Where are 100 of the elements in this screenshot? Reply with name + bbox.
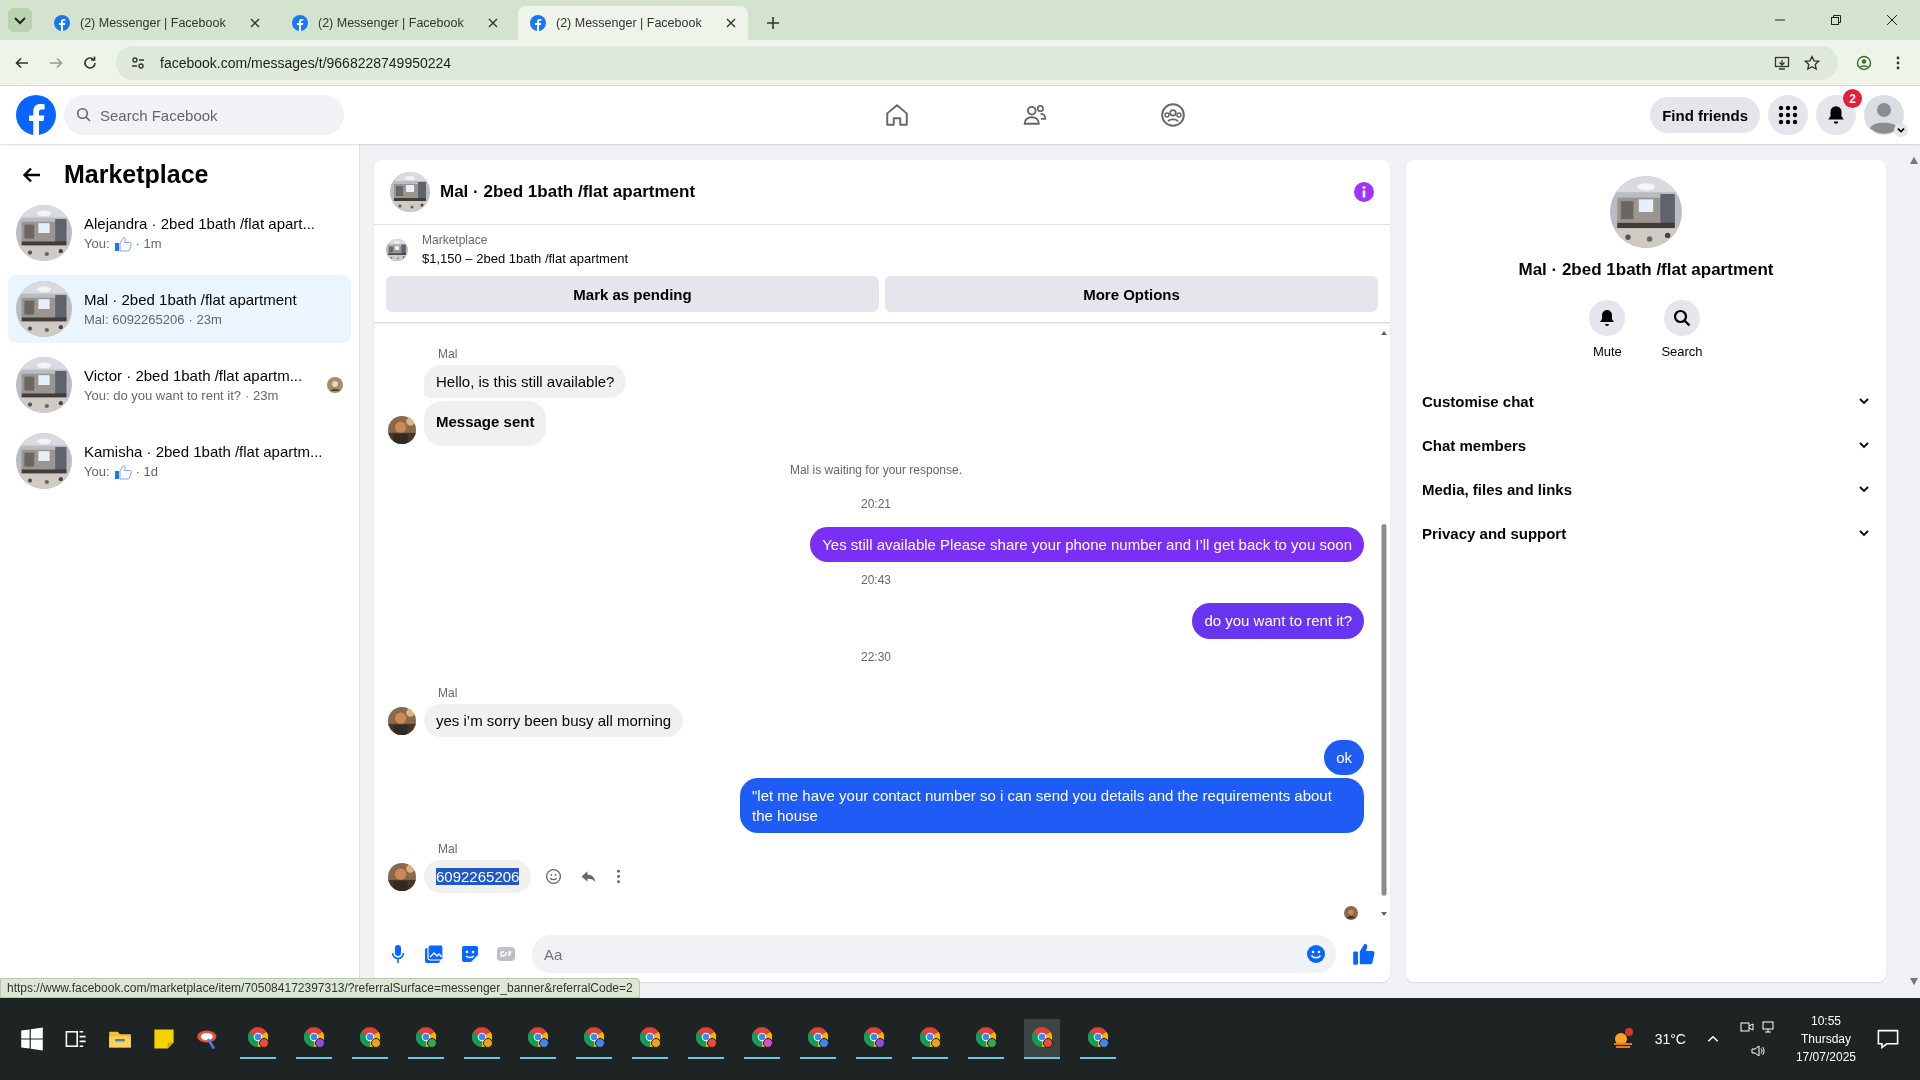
friends-icon[interactable] bbox=[1022, 102, 1048, 128]
emoji-icon[interactable] bbox=[545, 868, 563, 885]
profile-icon[interactable] bbox=[1856, 54, 1872, 71]
more-icon[interactable] bbox=[615, 868, 623, 885]
listing-action-button[interactable]: Mark as pending bbox=[386, 276, 879, 312]
facebook-icon bbox=[530, 15, 546, 31]
thumbs-up-icon bbox=[113, 463, 132, 480]
reload-icon[interactable] bbox=[82, 54, 98, 71]
thumbs-up-icon[interactable] bbox=[1352, 942, 1376, 966]
action-button[interactable] bbox=[1664, 300, 1700, 336]
chrome-icon[interactable] bbox=[358, 1025, 382, 1049]
chrome-icon[interactable] bbox=[862, 1025, 886, 1049]
message-bubble: "let me have your contact number so i can send you details and the requirements about the house bbox=[740, 778, 1364, 833]
chrome-icon[interactable] bbox=[974, 1025, 998, 1049]
conversation-time: · 1d bbox=[135, 464, 158, 479]
close-icon[interactable] bbox=[250, 18, 260, 28]
message-bubble: 6092265206 bbox=[424, 860, 532, 893]
new-tab-icon[interactable] bbox=[766, 16, 780, 30]
details-section[interactable]: Privacy and support bbox=[1406, 511, 1886, 555]
sender-name: Mal bbox=[438, 346, 459, 361]
timestamp: 20:43 bbox=[860, 573, 892, 587]
chrome-icon[interactable] bbox=[694, 1025, 718, 1049]
listing-action-button[interactable]: More Options bbox=[885, 276, 1378, 312]
menu-icon bbox=[1778, 105, 1798, 125]
conversation-preview: You: bbox=[84, 464, 110, 479]
notifications-button[interactable] bbox=[1816, 95, 1856, 135]
browser-tab[interactable]: (2) Messenger | Facebook bbox=[42, 6, 272, 40]
sender-name: Mal bbox=[438, 685, 459, 700]
chrome-icon[interactable] bbox=[918, 1025, 942, 1049]
conversation-time: · 1m bbox=[135, 236, 162, 251]
chrome-icon[interactable] bbox=[806, 1025, 830, 1049]
search-field[interactable]: Search Facebook bbox=[64, 95, 344, 135]
clock-time: 10:55 bbox=[1810, 1014, 1841, 1028]
details-section[interactable]: Media, files and links bbox=[1406, 467, 1886, 511]
chrome-icon[interactable] bbox=[526, 1025, 550, 1049]
seen-avatar-icon bbox=[327, 377, 343, 393]
message-bubble: yes i’m sorry been busy all morning bbox=[424, 703, 684, 737]
install-app-icon[interactable] bbox=[1774, 54, 1790, 71]
conversation-preview: You: do you want to rent it? bbox=[84, 388, 242, 403]
menu-button[interactable] bbox=[1768, 95, 1808, 135]
find-friends-button[interactable]: Find friends bbox=[1650, 97, 1760, 133]
caret-icon[interactable] bbox=[1894, 123, 1908, 137]
chrome-icon[interactable] bbox=[1030, 1025, 1054, 1049]
facebook-logo[interactable] bbox=[16, 95, 56, 135]
sticky-note-icon[interactable] bbox=[152, 1027, 176, 1051]
chrome-icon[interactable] bbox=[582, 1025, 606, 1049]
listing-label: Marketplace bbox=[422, 233, 489, 247]
temperature: 31°C bbox=[1654, 1031, 1686, 1047]
tab-list-icon[interactable] bbox=[8, 8, 32, 32]
notifications-icon[interactable] bbox=[1876, 1027, 1900, 1051]
message-bubble: Message sent bbox=[424, 400, 547, 446]
chrome-icon[interactable] bbox=[414, 1025, 438, 1049]
chrome-icon[interactable] bbox=[302, 1025, 326, 1049]
emoji-icon[interactable] bbox=[1306, 944, 1326, 964]
details-section[interactable]: Customise chat bbox=[1406, 379, 1886, 423]
message-bubble: Yes still available Please share your phone number and I’ll get back to you soon bbox=[810, 526, 1364, 562]
chat-title: Mal · 2bed 1bath /flat apartment bbox=[440, 182, 696, 202]
conversation-item[interactable]: Mal · 2bed 1bath /flat apartment Mal: 6092265206 · 23m bbox=[8, 275, 351, 343]
conversation-item[interactable]: Kamisha · 2bed 1bath /flat apartm... You: · 1d bbox=[8, 427, 351, 495]
address-bar[interactable]: facebook.com/messages/t/9668228749950224 bbox=[116, 45, 1838, 80]
message-bubble: ok bbox=[1324, 739, 1364, 775]
chrome-icon[interactable] bbox=[1086, 1025, 1110, 1049]
close-icon[interactable] bbox=[726, 18, 736, 28]
close-icon[interactable] bbox=[1886, 14, 1898, 26]
timestamp: 20:21 bbox=[860, 496, 892, 511]
conversation-item[interactable]: Alejandra · 2bed 1bath /flat apart... You: · 1m bbox=[8, 199, 351, 267]
browser-tab[interactable]: (2) Messenger | Facebook bbox=[280, 6, 510, 40]
conversation-name: Alejandra · 2bed 1bath /flat apart... bbox=[84, 214, 316, 232]
volume-icon[interactable] bbox=[1750, 1044, 1765, 1058]
chrome-icon[interactable] bbox=[750, 1025, 774, 1049]
status-url: https://www.facebook.com/marketplace/item/705084172397313/?referralSurface=messenger_banner&referralCode=2 bbox=[0, 978, 640, 998]
message-bubble: do you want to rent it? bbox=[1192, 603, 1364, 639]
close-icon[interactable] bbox=[488, 18, 498, 28]
action-label: Search bbox=[1661, 344, 1703, 359]
clock-day: Thursday bbox=[1800, 1032, 1851, 1046]
details-section[interactable]: Chat members bbox=[1406, 423, 1886, 467]
info-icon[interactable] bbox=[1354, 182, 1374, 202]
clock-date: 17/07/2025 bbox=[1795, 1050, 1856, 1064]
chrome-icon[interactable] bbox=[470, 1025, 494, 1049]
windows-icon[interactable] bbox=[20, 1027, 44, 1051]
timestamp: 22:30 bbox=[860, 649, 892, 664]
groups-icon[interactable] bbox=[1160, 102, 1186, 128]
home-icon[interactable] bbox=[884, 102, 910, 128]
search-icon bbox=[76, 107, 92, 123]
listing-summary: $1,150 – 2bed 1bath /flat apartment bbox=[422, 251, 628, 266]
bookmark-star-icon[interactable] bbox=[1804, 54, 1820, 71]
sticker-icon[interactable] bbox=[460, 944, 480, 964]
thumbs-up-icon bbox=[113, 235, 132, 252]
photo-icon[interactable] bbox=[424, 944, 444, 964]
action-button[interactable] bbox=[1589, 300, 1626, 336]
chrome-icon[interactable] bbox=[638, 1025, 662, 1049]
network-icon[interactable] bbox=[1761, 1020, 1776, 1034]
status-notice: Mal is waiting for your response. bbox=[788, 462, 964, 477]
browser-tab[interactable]: (2) Messenger | Facebook bbox=[518, 6, 748, 40]
restore-icon[interactable] bbox=[1830, 14, 1842, 26]
site-settings-icon[interactable] bbox=[130, 54, 146, 71]
message-input[interactable]: Aa bbox=[532, 935, 1336, 973]
chrome-icon[interactable] bbox=[246, 1025, 270, 1049]
conversation-item[interactable]: Victor · 2bed 1bath /flat apartm... You: do you want to rent it? · 23m bbox=[8, 351, 351, 419]
conversation-name: Victor · 2bed 1bath /flat apartm... bbox=[84, 367, 304, 384]
